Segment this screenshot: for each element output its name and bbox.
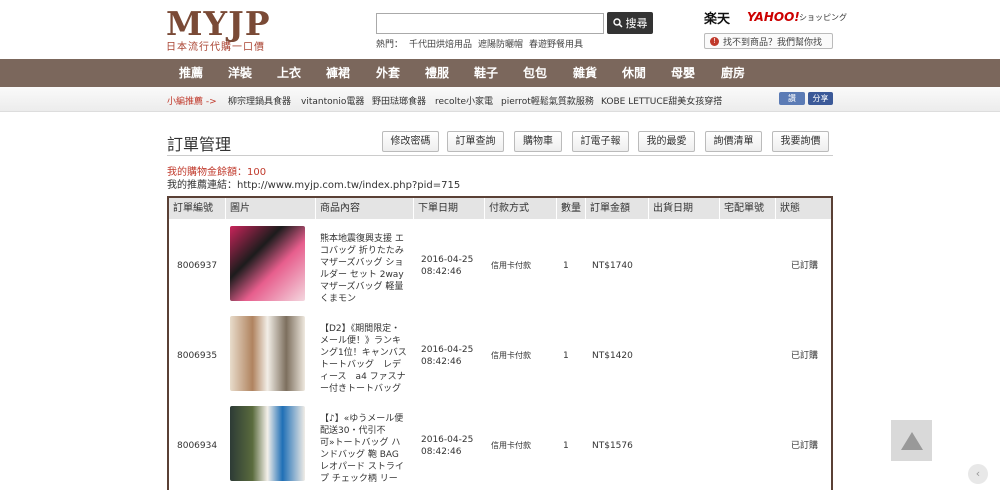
nav-item[interactable]: 外套: [363, 59, 413, 87]
newsletter-button[interactable]: 訂電子報: [572, 131, 629, 152]
quote-list-button[interactable]: 詢價清單: [705, 131, 762, 152]
col-header: 宅配單號: [719, 198, 775, 219]
search-button-label: 搜尋: [625, 18, 648, 30]
cart-button[interactable]: 購物車: [514, 131, 562, 152]
nav-item[interactable]: 雜貨: [560, 59, 610, 87]
order-date: 2016-04-25: [421, 255, 474, 265]
col-header: 出貨日期: [648, 198, 719, 219]
payment-method: 信用卡付款: [491, 261, 531, 270]
nav-item[interactable]: 上衣: [264, 59, 314, 87]
col-header: 下單日期: [413, 198, 484, 219]
subnav-brand[interactable]: recolte小家電: [435, 94, 493, 107]
like-button[interactable]: 讚: [779, 92, 805, 105]
order-id: 8006934: [177, 441, 218, 451]
scroll-top-button[interactable]: [891, 420, 932, 461]
nav-item[interactable]: 母嬰: [658, 59, 708, 87]
product-image[interactable]: [230, 226, 305, 301]
product-description[interactable]: 【♪】«ゆうメール便配送30・代引不可»トートバッグ ハンドバッグ 鞄 BAG …: [320, 413, 408, 485]
nav-item[interactable]: 鞋子: [461, 59, 511, 87]
order-time: 08:42:46: [421, 267, 462, 277]
payment-method: 信用卡付款: [491, 441, 531, 450]
nav-item[interactable]: 包包: [510, 59, 560, 87]
order-status: 已訂購: [791, 351, 819, 361]
product-description[interactable]: 【D2】《期間限定・メール便！》ランキング1位！キャンバストートバッグ レディー…: [320, 323, 408, 395]
col-header: 訂單編號: [169, 198, 225, 219]
product-description[interactable]: 熊本地震復興支援 エコバッグ 折りたたみ マザーズバッグ ショルダー セット 2…: [320, 233, 408, 305]
search-button[interactable]: 搜尋: [607, 12, 653, 34]
nav-item[interactable]: 休閒: [609, 59, 659, 87]
order-date: 2016-04-25: [421, 435, 474, 445]
nav-item[interactable]: 褲裙: [313, 59, 363, 87]
col-header: 圖片: [225, 198, 315, 219]
order-id: 8006935: [177, 351, 218, 361]
shopping-label: ショッピング: [799, 13, 847, 22]
referral-link[interactable]: 我的推薦連結：http://www.myjp.com.tw/index.php?…: [167, 176, 460, 191]
order-status: 已訂購: [791, 441, 819, 451]
order-query-button[interactable]: 訂單查詢: [447, 131, 504, 152]
product-image[interactable]: [230, 316, 305, 391]
help-find-label: 找不到商品？我們幫你找: [723, 37, 823, 48]
nav-item[interactable]: 禮服: [412, 59, 462, 87]
hot-keyword[interactable]: 春遊野餐用具: [529, 40, 583, 50]
logo-subtitle: 日本流行代購一口價: [166, 42, 265, 53]
order-amount: NT$1740: [592, 261, 633, 271]
subnav-brand[interactable]: vitantonio電器: [301, 94, 364, 107]
main-nav: 推薦 洋裝 上衣 褲裙 外套 禮服 鞋子 包包 雜貨 休閒 母嬰 廚房: [0, 59, 1000, 87]
editor-picks-label: 小編推薦 ->: [167, 97, 217, 107]
hot-label: 熱門：: [376, 40, 404, 50]
search-icon: [612, 18, 623, 28]
share-button[interactable]: 分享: [808, 92, 833, 105]
divider: [167, 155, 833, 156]
change-password-button[interactable]: 修改密碼: [382, 131, 439, 152]
subnav-brand[interactable]: pierrot輕鬆氣質款服務: [501, 94, 594, 107]
hot-keywords: 熱門： 千代田烘焙用品 遮陽防曬帽 春遊野餐用具: [376, 37, 589, 50]
order-status: 已訂購: [791, 261, 819, 271]
chevron-left-icon[interactable]: ‹: [968, 464, 988, 484]
sub-nav: 小編推薦 -> 柳宗理鍋具食器 vitantonio電器 野田琺瑯食器 reco…: [0, 87, 1000, 112]
page-title: 訂單管理: [167, 135, 232, 154]
hot-keyword[interactable]: 千代田烘焙用品: [409, 40, 472, 50]
subnav-brand[interactable]: 野田琺瑯食器: [372, 94, 426, 107]
arrow-up-icon: [900, 431, 923, 450]
subnav-brand[interactable]: KOBE LETTUCE甜美女孩穿搭: [601, 94, 722, 107]
quantity: 1: [563, 261, 569, 271]
order-amount: NT$1576: [592, 441, 633, 451]
logo-text: MYJP: [166, 4, 271, 43]
search-input[interactable]: [376, 13, 604, 34]
help-find-button[interactable]: ! 找不到商品？我們幫你找: [704, 33, 833, 49]
order-amount: NT$1420: [592, 351, 633, 361]
col-header: 商品內容: [315, 198, 413, 219]
col-header: 數量: [556, 198, 585, 219]
hot-keyword[interactable]: 遮陽防曬帽: [478, 40, 523, 50]
info-icon: !: [710, 36, 719, 46]
yahoo-logo[interactable]: YAHOO!: [747, 10, 800, 24]
product-image[interactable]: [230, 406, 305, 481]
nav-item[interactable]: 廚房: [708, 59, 758, 87]
quantity: 1: [563, 441, 569, 451]
request-quote-button[interactable]: 我要詢價: [772, 131, 829, 152]
order-date: 2016-04-25: [421, 345, 474, 355]
payment-method: 信用卡付款: [491, 351, 531, 360]
nav-item[interactable]: 推薦: [166, 59, 216, 87]
site-logo[interactable]: MYJP 日本流行代購一口價: [166, 6, 281, 54]
quantity: 1: [563, 351, 569, 361]
order-time: 08:42:46: [421, 447, 462, 457]
col-header: 付款方式: [484, 198, 556, 219]
order-id: 8006937: [177, 261, 218, 271]
subnav-brand[interactable]: 柳宗理鍋具食器: [228, 94, 291, 107]
order-time: 08:42:46: [421, 357, 462, 367]
orders-table: 訂單編號 圖片 商品內容 下單日期 付款方式 數量 訂單金額 出貨日期 宅配單號…: [167, 196, 833, 490]
nav-item[interactable]: 洋裝: [215, 59, 265, 87]
col-header: 狀態: [775, 198, 831, 219]
col-header: 訂單金額: [585, 198, 648, 219]
rakuten-logo[interactable]: 楽天: [704, 8, 730, 27]
favorites-button[interactable]: 我的最愛: [638, 131, 695, 152]
